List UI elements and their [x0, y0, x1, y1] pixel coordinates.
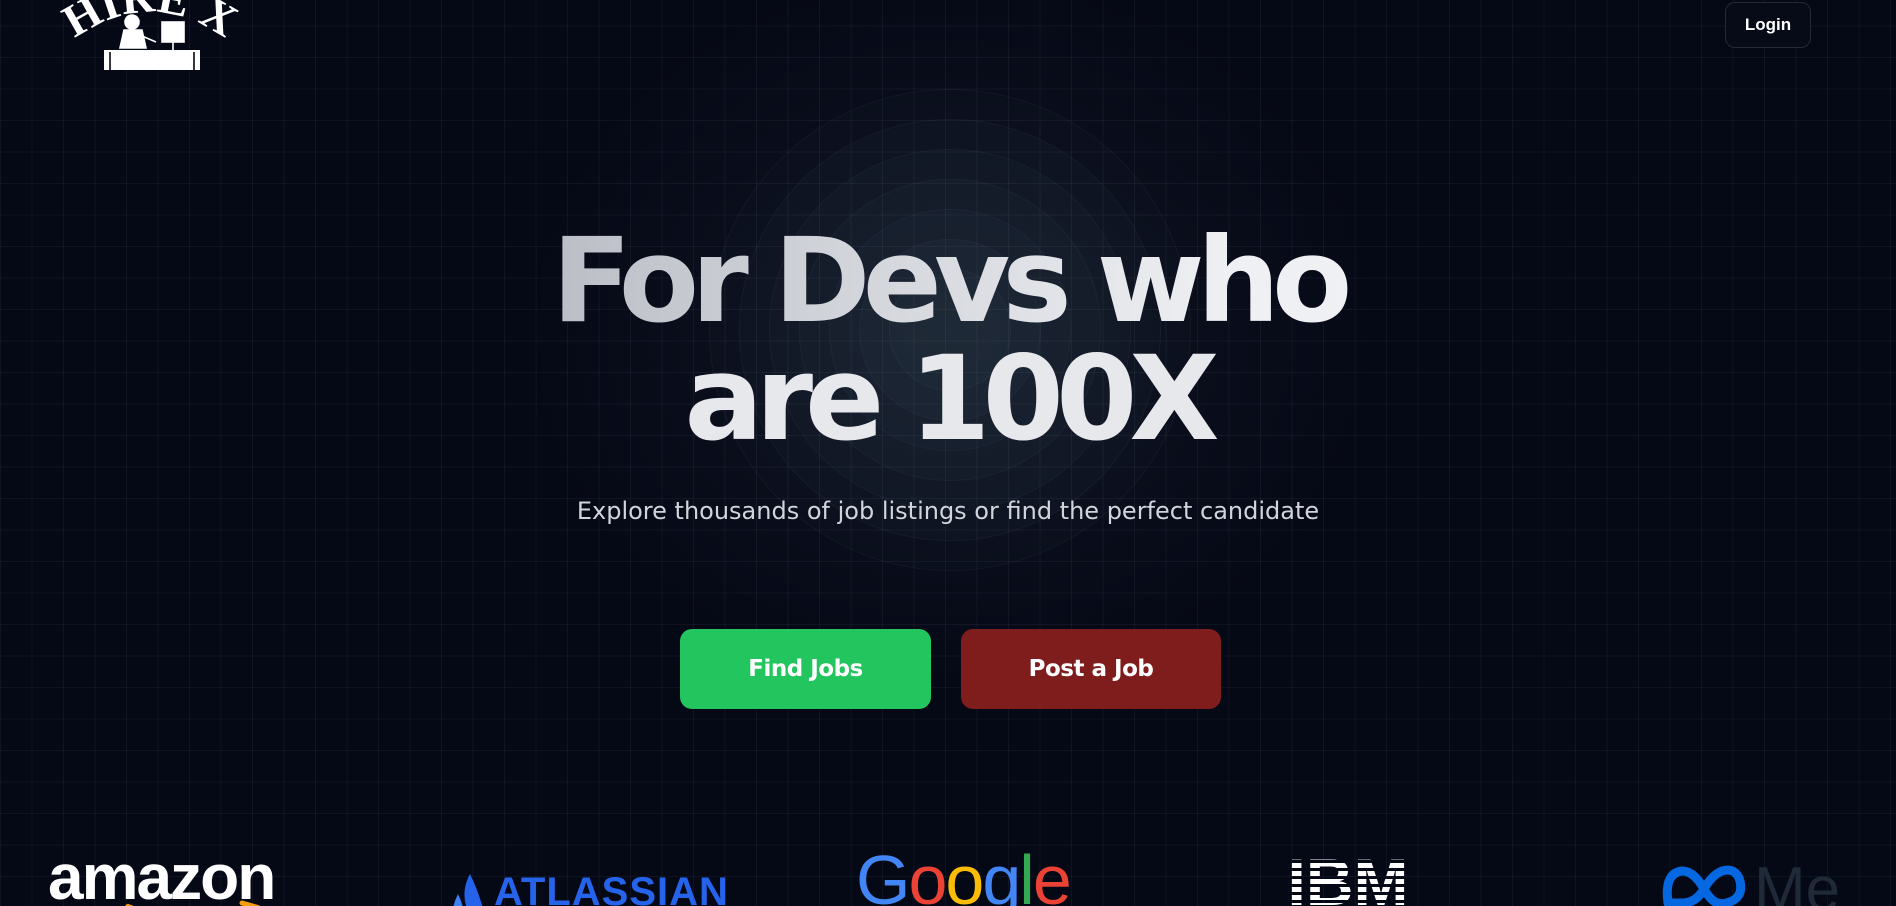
- ibm-wordmark: IBM: [1288, 855, 1409, 906]
- google-letter: G: [856, 841, 910, 906]
- amazon-smile-icon: [125, 900, 260, 906]
- hero-subtitle: Explore thousands of job listings or fin…: [576, 497, 1320, 525]
- google-letter: e: [1032, 841, 1072, 906]
- atlassian-wordmark: ATLASSIAN: [494, 870, 729, 906]
- atlassian-logo: ATLASSIAN: [450, 872, 729, 906]
- partner-logos: amazon ATLASSIAN Google IBM Me: [0, 845, 1896, 906]
- google-letter: l: [1019, 841, 1035, 906]
- find-jobs-button[interactable]: Find Jobs: [680, 629, 931, 709]
- google-letter: o: [945, 841, 984, 906]
- hero-title-line-1: For Devs who: [0, 222, 1896, 340]
- amazon-logo: amazon: [48, 845, 276, 906]
- meta-logo: Me: [1660, 859, 1840, 906]
- google-logo: Google: [856, 845, 1072, 906]
- post-job-button[interactable]: Post a Job: [961, 629, 1221, 709]
- amazon-wordmark: amazon: [48, 841, 276, 906]
- hero-title-line-2: are 100X: [684, 330, 1219, 467]
- meta-infinity-icon: [1662, 865, 1746, 906]
- meta-wordmark: Me: [1754, 855, 1841, 906]
- hero-title: For Devs who are 100X: [0, 222, 1896, 458]
- google-letter: g: [982, 841, 1021, 906]
- landing-page: HIRE X Login For Devs who are 100X Explo…: [0, 0, 1896, 906]
- google-letter: o: [908, 841, 947, 906]
- ibm-logo: IBM: [1288, 855, 1409, 906]
- site-logo[interactable]: HIRE X: [50, 0, 250, 74]
- login-button[interactable]: Login: [1725, 2, 1811, 48]
- atlassian-mark-icon: [453, 874, 483, 906]
